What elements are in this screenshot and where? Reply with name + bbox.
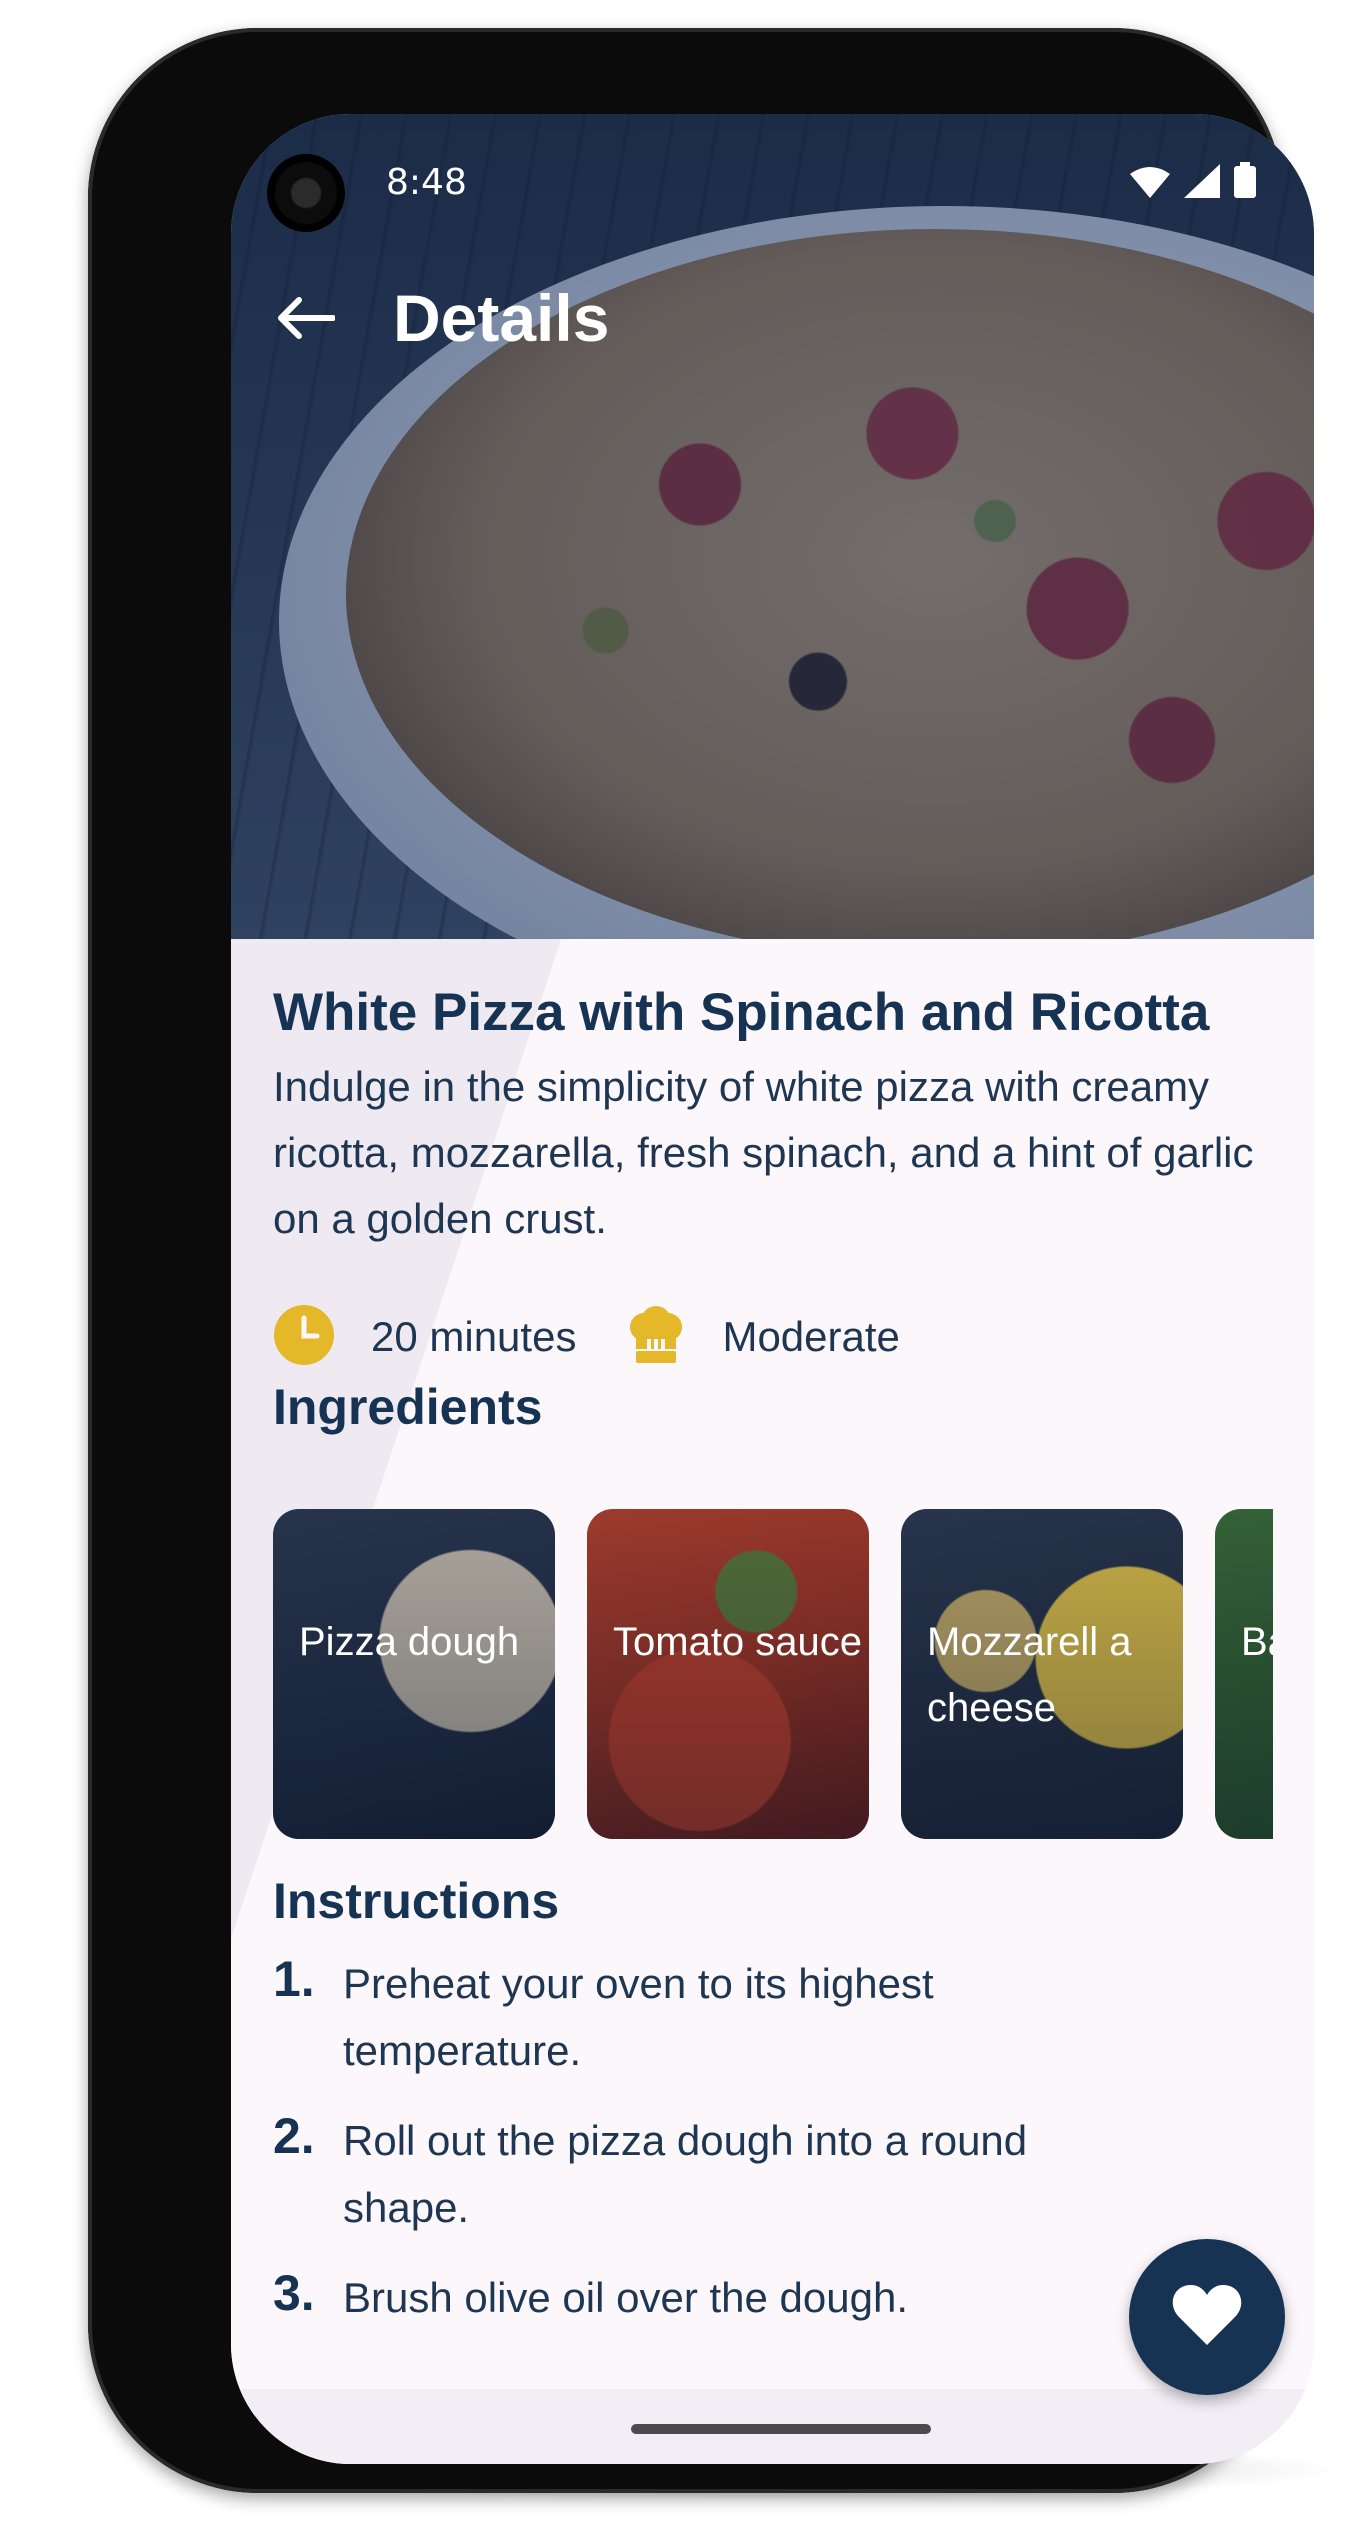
step-text: Roll out the pizza dough into a round sh…: [343, 2117, 1028, 2231]
cook-time-text: 20 minutes: [371, 1313, 577, 1360]
ingredient-card[interactable]: Mozzarell a cheese: [901, 1509, 1183, 1839]
instructions-heading: Instructions: [273, 1873, 560, 1929]
cook-time: 20 minutes: [273, 1304, 576, 1370]
instruction-step: 3. Brush olive oil over the dough.: [273, 2264, 1163, 2331]
instruction-step: 2. Roll out the pizza dough into a round…: [273, 2107, 1163, 2241]
ingredient-label: Ba lea: [1241, 1620, 1273, 1664]
ingredient-label: Pizza dough: [299, 1620, 520, 1664]
wifi-icon: [1130, 166, 1170, 202]
ingredient-label: Tomato sauce: [613, 1620, 863, 1664]
heart-icon: [1171, 2283, 1243, 2351]
step-number: 2.: [273, 2108, 315, 2164]
favorite-button[interactable]: [1129, 2239, 1285, 2395]
ingredients-heading: Ingredients: [273, 1379, 543, 1435]
status-icons: [1130, 162, 1256, 202]
ingredient-card[interactable]: Tomato sauce: [587, 1509, 869, 1839]
page-title: Details: [393, 281, 610, 355]
difficulty-text: Moderate: [722, 1313, 900, 1360]
back-button[interactable]: [269, 284, 341, 356]
ingredient-card[interactable]: Ba lea: [1215, 1509, 1273, 1839]
step-number: 3.: [273, 2265, 315, 2321]
arrow-left-icon: [275, 296, 336, 344]
screen: 8:48 Details White Pizza with Spinach an…: [231, 114, 1314, 2464]
hero-overlay: [231, 114, 1314, 939]
cell-signal-icon: [1184, 164, 1220, 202]
home-indicator[interactable]: [631, 2424, 931, 2434]
ingredient-card[interactable]: Pizza dough: [273, 1509, 555, 1839]
ingredients-carousel[interactable]: Pizza dough Tomato sauce Mozzarell a che…: [273, 1509, 1273, 1839]
phone-frame: 8:48 Details White Pizza with Spinach an…: [88, 28, 1314, 2493]
status-time: 8:48: [386, 162, 467, 203]
step-text: Brush olive oil over the dough.: [343, 2274, 909, 2321]
recipe-meta: 20 minutes Moderate: [273, 1304, 950, 1370]
clock-icon: [273, 1304, 335, 1370]
chef-hat-icon: [626, 1305, 686, 1369]
front-camera: [267, 154, 345, 232]
battery-icon: [1234, 162, 1256, 202]
recipe-description: Indulge in the simplicity of white pizza…: [273, 1063, 1254, 1242]
step-text: Preheat your oven to its highest tempera…: [343, 1960, 934, 2074]
status-bar: 8:48: [231, 114, 1314, 232]
recipe-title: White Pizza with Spinach and Ricotta: [273, 983, 1210, 1042]
instruction-step: 1. Preheat your oven to its highest temp…: [273, 1950, 1163, 2084]
step-number: 1.: [273, 1951, 315, 2007]
ingredient-label: Mozzarell a cheese: [927, 1620, 1132, 1730]
hero-image: [231, 114, 1314, 939]
app-bar: Details: [231, 264, 1314, 374]
difficulty: Moderate: [626, 1305, 900, 1369]
